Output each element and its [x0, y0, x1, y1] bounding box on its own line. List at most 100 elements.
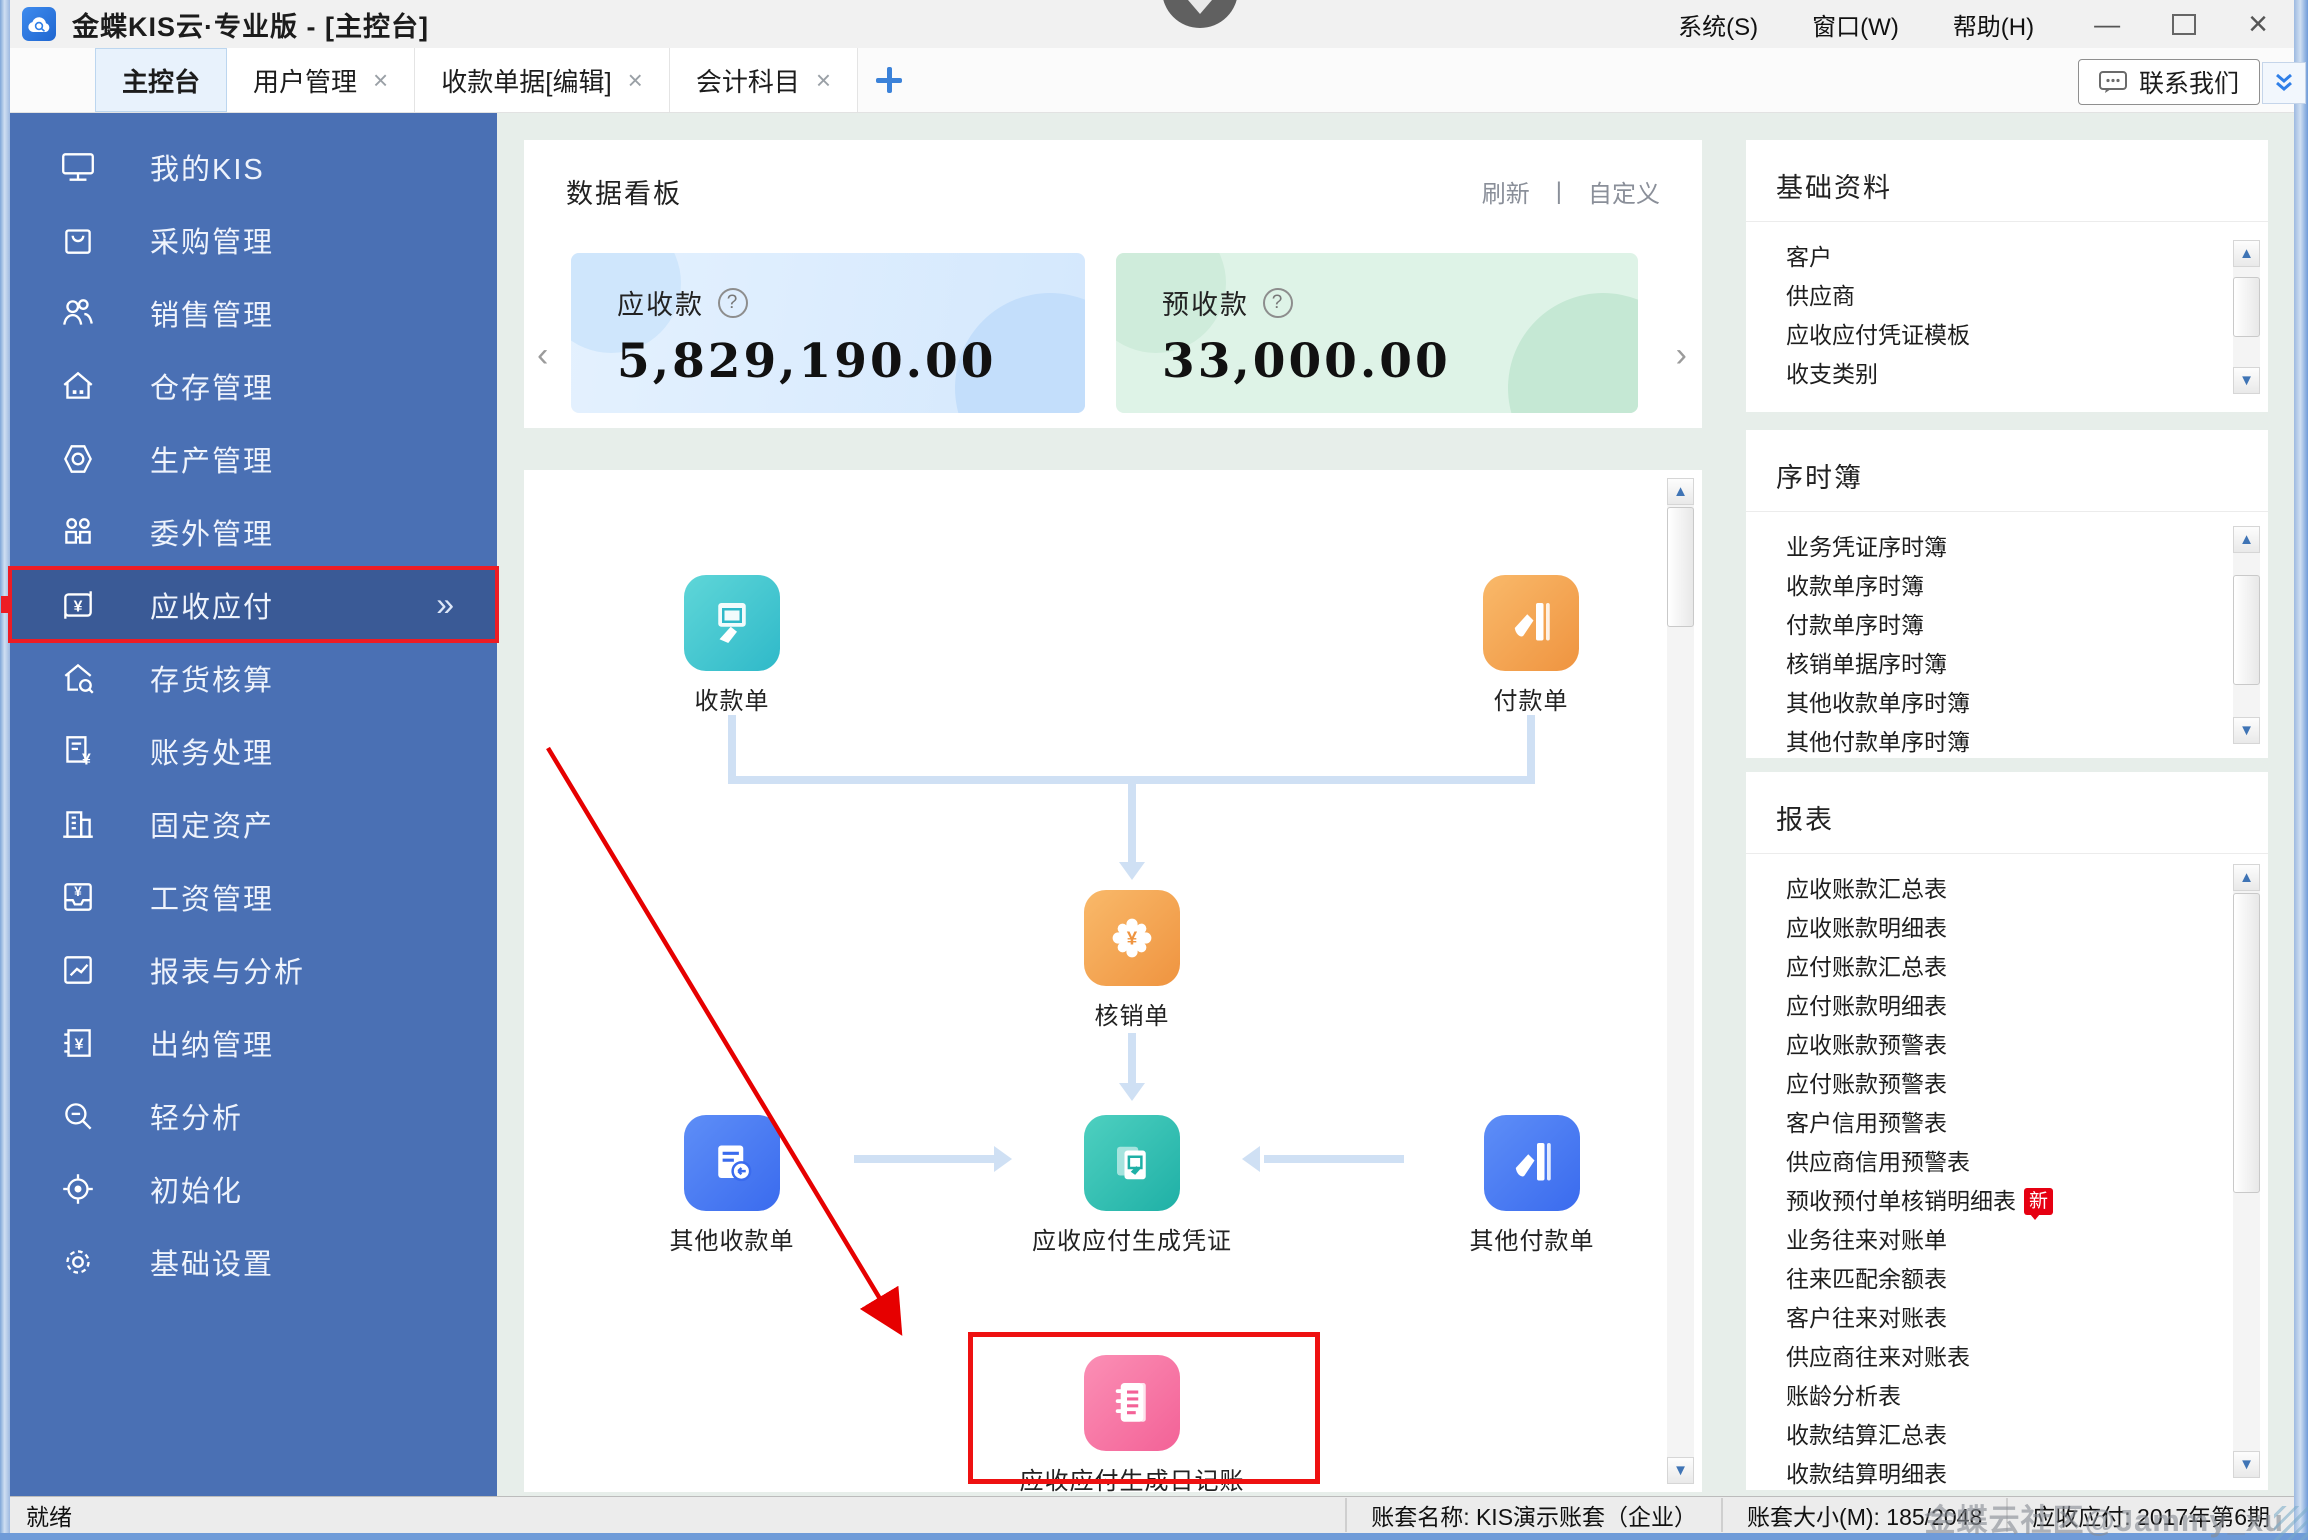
list-item[interactable]: 收款单序时簿 [1786, 567, 2268, 606]
tab-label: 会计科目 [696, 62, 800, 99]
sidebar-item-production[interactable]: 生产管理 [10, 422, 497, 495]
sidebar-item-receivable-payable[interactable]: ¥ 应收应付 » [10, 568, 497, 641]
expand-chevron-icon[interactable]: » [436, 586, 451, 623]
scroll-thumb[interactable] [1667, 507, 1694, 627]
scroll-down-icon[interactable]: ▼ [2233, 717, 2260, 744]
customize-button[interactable]: 自定义 [1588, 174, 1660, 209]
panel-scrollbar[interactable]: ▲ ▼ [2233, 526, 2260, 744]
list-item[interactable]: 供应商信用预警表 [1786, 1143, 2268, 1182]
list-item[interactable]: 应付账款明细表 [1786, 987, 2268, 1026]
list-item[interactable]: 其他付款单序时簿 [1786, 723, 2268, 762]
list-item[interactable]: 付款单序时簿 [1786, 606, 2268, 645]
list-item-with-badge[interactable]: 预收预付单核销明细表 新 [1786, 1182, 2268, 1221]
list-item-customer[interactable]: 客户 [1786, 238, 2268, 277]
add-tab-button[interactable] [858, 48, 920, 112]
flow-node-verification[interactable]: ¥ 核销单 [982, 890, 1282, 1031]
receivable-card[interactable]: 应收款 ? 5,829,190.00 [571, 253, 1085, 413]
panel-scrollbar[interactable]: ▲ ▼ [2233, 240, 2260, 394]
receipt-bill-icon [684, 575, 780, 671]
scroll-down-icon[interactable]: ▼ [2233, 367, 2260, 394]
list-item[interactable]: 收款结算汇总表 [1786, 1416, 2268, 1455]
scroll-down-icon[interactable]: ▼ [2233, 1451, 2260, 1478]
flow-node-other-payment[interactable]: 其他付款单 [1382, 1115, 1682, 1256]
list-item-voucher-template[interactable]: 应收应付凭证模板 [1786, 316, 2268, 355]
journal-books-panel: 序时簿 业务凭证序时簿 收款单序时簿 付款单序时簿 核销单据序时簿 其他收款单序… [1746, 430, 2268, 758]
carousel-prev-icon[interactable]: ‹ [537, 336, 548, 375]
sidebar-item-purchase[interactable]: 采购管理 [10, 203, 497, 276]
help-icon[interactable]: ? [718, 288, 748, 318]
flow-node-generate-voucher[interactable]: 应收应付生成凭证 [982, 1115, 1282, 1256]
corner-hatch-decor [2274, 1506, 2308, 1540]
panel-scrollbar[interactable]: ▲ ▼ [2233, 864, 2260, 1478]
tab-close-icon[interactable]: × [816, 65, 831, 96]
sidebar-item-cashier[interactable]: ¥ 出纳管理 [10, 1006, 497, 1079]
scroll-track[interactable] [2233, 553, 2260, 717]
scroll-thumb[interactable] [2233, 893, 2260, 1193]
contact-us-button[interactable]: 联系我们 [2078, 59, 2260, 105]
list-item[interactable]: 客户往来对账表 [1786, 1299, 2268, 1338]
scroll-track[interactable] [2233, 891, 2260, 1451]
sidebar-item-sales[interactable]: 销售管理 [10, 276, 497, 349]
sidebar-item-reports-analysis[interactable]: 报表与分析 [10, 933, 497, 1006]
list-item[interactable]: 核销单据序时簿 [1786, 645, 2268, 684]
close-button[interactable]: × [2248, 7, 2268, 41]
sidebar-item-inventory[interactable]: 仓存管理 [10, 349, 497, 422]
sidebar-item-account-processing[interactable]: ¥ 账务处理 [10, 714, 497, 787]
refresh-button[interactable]: 刷新 [1482, 174, 1530, 209]
list-item[interactable]: 账龄分析表 [1786, 1377, 2268, 1416]
sidebar-item-light-analysis[interactable]: 轻分析 [10, 1079, 497, 1152]
list-item[interactable]: 业务往来对账单 [1786, 1221, 2268, 1260]
list-item[interactable]: 应付账款汇总表 [1786, 948, 2268, 987]
collapse-toolbar-button[interactable] [2262, 62, 2306, 104]
tab-accounting-subjects[interactable]: 会计科目 × [670, 48, 858, 112]
list-item[interactable]: 应付账款预警表 [1786, 1065, 2268, 1104]
list-item[interactable]: 应收账款汇总表 [1786, 870, 2268, 909]
list-item-supplier[interactable]: 供应商 [1786, 277, 2268, 316]
sidebar-item-stock-accounting[interactable]: 存货核算 [10, 641, 497, 714]
scroll-thumb[interactable] [2233, 575, 2260, 685]
tab-user-management[interactable]: 用户管理 × [227, 48, 415, 112]
panel-title: 序时簿 [1746, 430, 2268, 512]
scroll-up-icon[interactable]: ▲ [2233, 240, 2260, 267]
sidebar-item-fixed-assets[interactable]: 固定资产 [10, 787, 497, 860]
scroll-track[interactable] [1667, 505, 1694, 1457]
list-item[interactable]: 供应商往来对账表 [1786, 1338, 2268, 1377]
tab-receipt-edit[interactable]: 收款单据[编辑] × [415, 48, 670, 112]
list-item-income-expense-type[interactable]: 收支类别 [1786, 355, 2268, 394]
list-item[interactable]: 其他收款单序时簿 [1786, 684, 2268, 723]
menu-help[interactable]: 帮助(H) [1953, 7, 2034, 42]
list-item[interactable]: 收款结算明细表 [1786, 1455, 2268, 1494]
sidebar-item-basic-settings[interactable]: 基础设置 [10, 1225, 497, 1298]
flow-node-payment[interactable]: 付款单 [1381, 575, 1681, 716]
flow-node-other-receipt[interactable]: 其他收款单 [582, 1115, 882, 1256]
tab-close-icon[interactable]: × [373, 65, 388, 96]
flow-scrollbar[interactable]: ▲ ▼ [1667, 478, 1694, 1484]
scroll-down-icon[interactable]: ▼ [1667, 1457, 1694, 1484]
sidebar-item-outsourcing[interactable]: 委外管理 [10, 495, 497, 568]
maximize-button[interactable] [2172, 14, 2196, 35]
sidebar-item-initialization[interactable]: 初始化 [10, 1152, 497, 1225]
minimize-button[interactable]: — [2094, 11, 2120, 37]
list-item[interactable]: 应收账款明细表 [1786, 909, 2268, 948]
help-icon[interactable]: ? [1263, 288, 1293, 318]
list-item[interactable]: 业务凭证序时簿 [1786, 528, 2268, 567]
top-collapse-notch[interactable] [1162, 0, 1238, 28]
menu-window[interactable]: 窗口(W) [1812, 7, 1899, 42]
list-item[interactable]: 应收账款预警表 [1786, 1026, 2268, 1065]
pre-receipt-card[interactable]: 预收款 ? 33,000.00 [1116, 253, 1638, 413]
scroll-up-icon[interactable]: ▲ [2233, 864, 2260, 891]
scroll-track[interactable] [2233, 267, 2260, 367]
list-item[interactable]: 往来匹配余额表 [1786, 1260, 2268, 1299]
list-item[interactable]: 客户信用预警表 [1786, 1104, 2268, 1143]
flow-node-receipt[interactable]: 收款单 [582, 575, 882, 716]
scroll-up-icon[interactable]: ▲ [2233, 526, 2260, 553]
sidebar-item-label: 销售管理 [150, 292, 274, 334]
sidebar-item-payroll[interactable]: ¥ 工资管理 [10, 860, 497, 933]
tab-close-icon[interactable]: × [628, 65, 643, 96]
sidebar-item-my-kis[interactable]: 我的KIS [10, 130, 497, 203]
tab-main-console[interactable]: 主控台 [95, 48, 227, 112]
scroll-up-icon[interactable]: ▲ [1667, 478, 1694, 505]
scroll-thumb[interactable] [2233, 277, 2260, 337]
carousel-next-icon[interactable]: › [1676, 336, 1687, 375]
menu-system[interactable]: 系统(S) [1678, 7, 1758, 42]
